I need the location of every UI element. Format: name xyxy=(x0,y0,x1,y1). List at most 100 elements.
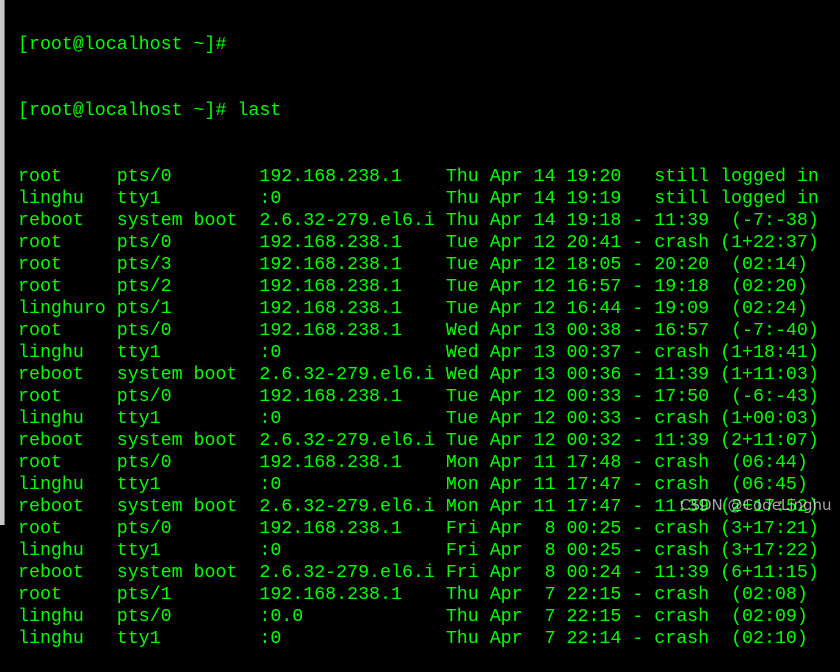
login-time-cell: Tue Apr 12 00:33 xyxy=(445,387,622,407)
logout-time-cell: crash xyxy=(654,585,710,605)
login-record-row: root pts/0 192.168.238.1 Fri Apr 8 00:25- c… xyxy=(18,519,819,539)
user-cell: root xyxy=(18,585,62,605)
login-record-row: linghu tty1:0 Wed Apr 13 00:37- crash (1+1… xyxy=(18,343,819,363)
login-record-row: root pts/3 192.168.238.1 Tue Apr 12 18:05- … xyxy=(18,255,808,275)
logout-time-cell: crash xyxy=(654,519,710,539)
host-cell: :0 xyxy=(259,343,282,363)
user-cell: linghuro xyxy=(18,299,106,319)
login-record-row: root pts/0 192.168.238.1 Mon Apr 11 17:48- … xyxy=(18,453,808,473)
user-cell: root xyxy=(18,453,62,473)
tty-cell: pts/3 xyxy=(116,255,172,275)
duration-cell: (02:10) xyxy=(731,629,808,649)
login-record-row: reboot system boot 2.6.32-279.el6.i Wed Apr… xyxy=(18,365,819,385)
host-cell: 2.6.32-279.el6.i xyxy=(259,211,435,231)
user-cell: linghu xyxy=(18,343,84,363)
login-record-row: linghu tty1:0 Tue Apr 12 00:33- crash (1+0… xyxy=(18,409,819,429)
user-cell: linghu xyxy=(18,475,84,495)
host-cell: :0.0 xyxy=(259,607,304,627)
duration-cell: (-7:-40) xyxy=(731,321,819,341)
logout-time-cell: crash xyxy=(654,343,710,363)
host-cell: 2.6.32-279.el6.i xyxy=(259,497,435,517)
tty-cell: pts/0 xyxy=(116,233,172,253)
host-cell: 192.168.238.1 xyxy=(259,255,402,275)
tty-cell: tty1 xyxy=(116,343,161,363)
command-prompt-line: [root@localhost ~]# last xyxy=(18,101,282,121)
login-record-row: reboot system boot 2.6.32-279.el6.i Fri Apr… xyxy=(18,563,819,583)
host-cell: 192.168.238.1 xyxy=(259,277,402,297)
logout-time-cell: crash xyxy=(654,475,710,495)
logout-time-cell: crash xyxy=(654,409,710,429)
login-time-cell: Thu Apr 14 19:20 xyxy=(445,167,622,187)
logout-time-cell: 19:09 xyxy=(654,299,710,319)
terminal-output[interactable]: [root@localhost ~]# [root@localhost ~]# … xyxy=(18,0,819,672)
login-time-cell: Tue Apr 12 00:32 xyxy=(445,431,622,451)
login-record-row: linghu tty1:0 Fri Apr 8 00:25- crash (3+17… xyxy=(18,541,819,561)
duration-cell: (02:14) xyxy=(731,255,808,275)
logout-time-cell: 16:57 xyxy=(654,321,710,341)
login-record-row: root pts/2 192.168.238.1 Tue Apr 12 16:57- … xyxy=(18,277,808,297)
host-cell: 192.168.238.1 xyxy=(259,233,402,253)
tty-cell: pts/0 xyxy=(116,321,172,341)
logout-time-cell: 11:39 xyxy=(654,431,710,451)
user-cell: linghu xyxy=(18,607,84,627)
host-cell: 192.168.238.1 xyxy=(259,453,402,473)
login-time-cell: Mon Apr 11 17:47 xyxy=(445,475,622,495)
duration-cell: (1+11:03) xyxy=(720,365,819,385)
host-cell: 192.168.238.1 xyxy=(259,321,402,341)
logout-time-cell: crash xyxy=(654,233,710,253)
duration-cell: (02:09) xyxy=(731,607,808,627)
login-record-row: linghu tty1:0 Thu Apr 14 19:19 still logge… xyxy=(18,188,819,210)
logout-time-cell: crash xyxy=(654,453,710,473)
login-time-cell: Thu Apr 7 22:14 xyxy=(445,629,622,649)
logout-time-cell: 17:50 xyxy=(654,387,710,407)
logout-status-cell: still logged in xyxy=(654,167,819,187)
login-record-row: reboot system boot 2.6.32-279.el6.i Tue Apr… xyxy=(18,431,819,451)
login-time-cell: Thu Apr 14 19:19 xyxy=(445,189,622,209)
tty-cell: pts/1 xyxy=(116,299,172,319)
logout-time-cell: 11:39 xyxy=(654,211,710,231)
tty-cell: tty1 xyxy=(116,409,161,429)
host-cell: 192.168.238.1 xyxy=(259,299,402,319)
login-time-cell: Mon Apr 11 17:47 xyxy=(445,497,622,517)
duration-cell: (2+11:07) xyxy=(720,431,819,451)
user-cell: root xyxy=(18,519,62,539)
host-cell: :0 xyxy=(259,541,282,561)
duration-cell: (06:45) xyxy=(731,475,808,495)
user-cell: reboot xyxy=(18,365,84,385)
watermark: CSDN @CodeLinghu xyxy=(680,496,832,514)
login-time-cell: Fri Apr 8 00:24 xyxy=(445,563,622,583)
user-cell: reboot xyxy=(18,431,84,451)
login-time-cell: Tue Apr 12 16:57 xyxy=(445,277,622,297)
host-cell: :0 xyxy=(259,629,282,649)
host-cell: 192.168.238.1 xyxy=(259,585,402,605)
user-cell: linghu xyxy=(18,409,84,429)
tty-cell: system boot xyxy=(116,365,238,385)
user-cell: root xyxy=(18,255,62,275)
host-cell: 2.6.32-279.el6.i xyxy=(259,365,435,385)
login-time-cell: Tue Apr 12 00:33 xyxy=(445,409,622,429)
tty-cell: tty1 xyxy=(116,541,161,561)
login-time-cell: Tue Apr 12 16:44 xyxy=(445,299,622,319)
previous-prompt-line: [root@localhost ~]# xyxy=(18,35,227,55)
tty-cell: system boot xyxy=(116,431,238,451)
logout-time-cell: 11:39 xyxy=(654,563,710,583)
tty-cell: pts/1 xyxy=(116,585,172,605)
login-time-cell: Thu Apr 7 22:15 xyxy=(445,607,622,627)
login-time-cell: Tue Apr 12 20:41 xyxy=(445,233,622,253)
login-record-row: linghuro pts/1 192.168.238.1 Tue Apr 12 16:… xyxy=(18,299,808,319)
tty-cell: pts/0 xyxy=(116,387,172,407)
tty-cell: pts/0 xyxy=(116,167,172,187)
duration-cell: (1+22:37) xyxy=(720,233,819,253)
duration-cell: (6+11:15) xyxy=(720,563,819,583)
duration-cell: (3+17:22) xyxy=(720,541,819,561)
logout-time-cell: crash xyxy=(654,541,710,561)
host-cell: :0 xyxy=(259,189,282,209)
tty-cell: pts/0 xyxy=(116,453,172,473)
login-time-cell: Thu Apr 14 19:18 xyxy=(445,211,622,231)
login-record-row: linghu pts/0:0.0 Thu Apr 7 22:15- crash (0… xyxy=(18,607,808,627)
tty-cell: tty1 xyxy=(116,475,161,495)
tty-cell: system boot xyxy=(116,497,238,517)
host-cell: 192.168.238.1 xyxy=(259,387,402,407)
login-record-row: root pts/0 192.168.238.1 Tue Apr 12 20:41- … xyxy=(18,233,819,253)
duration-cell: (1+00:03) xyxy=(720,409,819,429)
